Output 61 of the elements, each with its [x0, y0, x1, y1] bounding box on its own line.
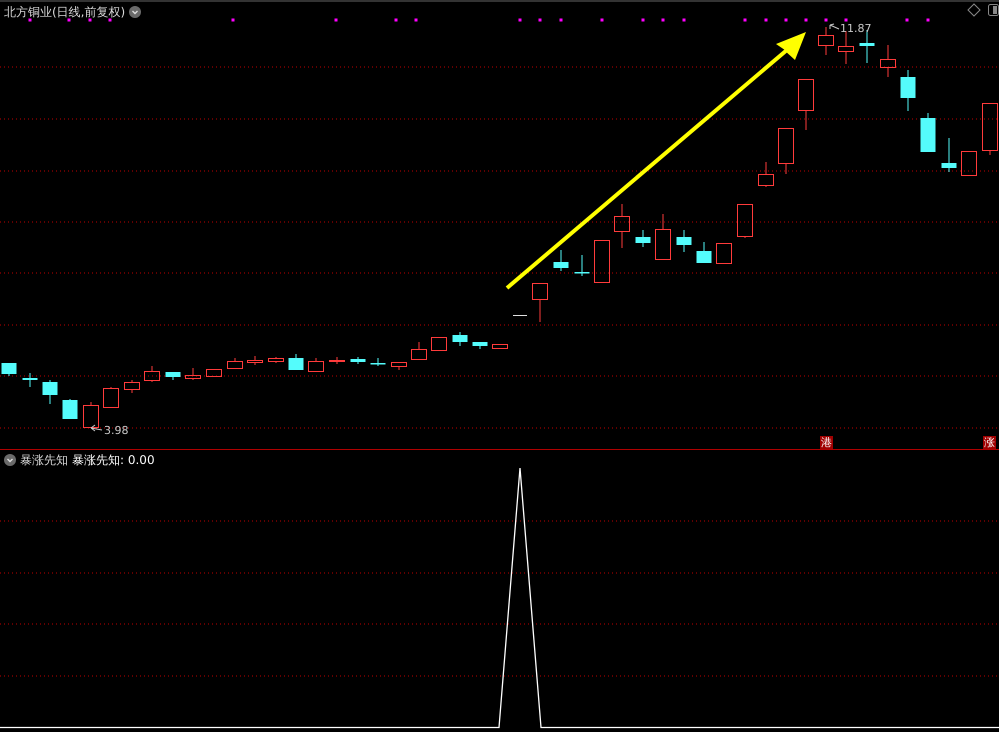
candlestick	[778, 128, 794, 174]
candlestick	[594, 240, 610, 283]
candlestick	[554, 250, 568, 272]
low-price-label: 3.98	[104, 424, 128, 437]
diamond-icon[interactable]	[967, 3, 981, 17]
candlestick	[288, 354, 304, 370]
candlestick	[391, 362, 407, 370]
doji-candlestick	[512, 315, 528, 316]
candlestick	[880, 44, 896, 78]
event-marker[interactable]: 涨	[983, 436, 996, 450]
candlestick	[614, 204, 630, 248]
candlestick	[574, 254, 590, 276]
candlestick	[472, 342, 488, 350]
candlestick	[124, 380, 140, 394]
candlestick	[900, 70, 916, 112]
candlestick	[411, 342, 427, 360]
candlestick	[431, 337, 447, 351]
event-marker[interactable]: 港	[820, 436, 833, 450]
candlestick	[716, 243, 732, 264]
candlestick	[206, 369, 222, 377]
candlestick	[83, 402, 99, 428]
candlestick	[42, 380, 58, 404]
candlestick	[103, 386, 119, 408]
dropdown-icon[interactable]	[4, 454, 16, 466]
candlestick	[185, 368, 201, 380]
candlestick	[798, 79, 814, 130]
candlestick	[2, 363, 16, 376]
indicator-name: 暴涨先知	[20, 452, 68, 468]
candlestick	[961, 151, 977, 176]
candlestick	[62, 398, 78, 419]
candlestick	[247, 356, 263, 366]
candlestick	[920, 112, 936, 152]
candlestick	[838, 30, 854, 64]
candlestick	[329, 356, 345, 364]
candlestick	[758, 162, 774, 188]
candlestick	[676, 230, 692, 252]
candlestick	[452, 332, 468, 346]
high-price-label: 11.87	[840, 22, 872, 35]
candlestick	[696, 242, 712, 263]
dropdown-icon[interactable]	[129, 6, 142, 18]
candlestick	[268, 356, 284, 364]
indicator-value: 暴涨先知: 0.00	[72, 452, 155, 468]
candlestick	[308, 358, 324, 372]
candlestick	[982, 103, 998, 156]
candlestick	[737, 204, 753, 238]
chart-title: 北方铜业(日线,前复权)	[4, 4, 126, 20]
candlestick	[942, 138, 956, 172]
candlestick	[492, 344, 508, 349]
candlestick	[818, 26, 834, 56]
candlestick	[636, 230, 650, 248]
candlestick	[532, 283, 548, 322]
pointer-icon	[90, 424, 102, 432]
candlestick	[350, 356, 366, 364]
panel-toggle-icon[interactable]	[988, 4, 999, 16]
candlestick	[370, 358, 386, 366]
candlestick	[144, 366, 160, 382]
candlestick	[227, 358, 243, 369]
candlestick	[655, 214, 671, 260]
pointer-icon	[830, 24, 840, 30]
candlestick	[166, 372, 180, 380]
candlestick	[22, 372, 38, 388]
